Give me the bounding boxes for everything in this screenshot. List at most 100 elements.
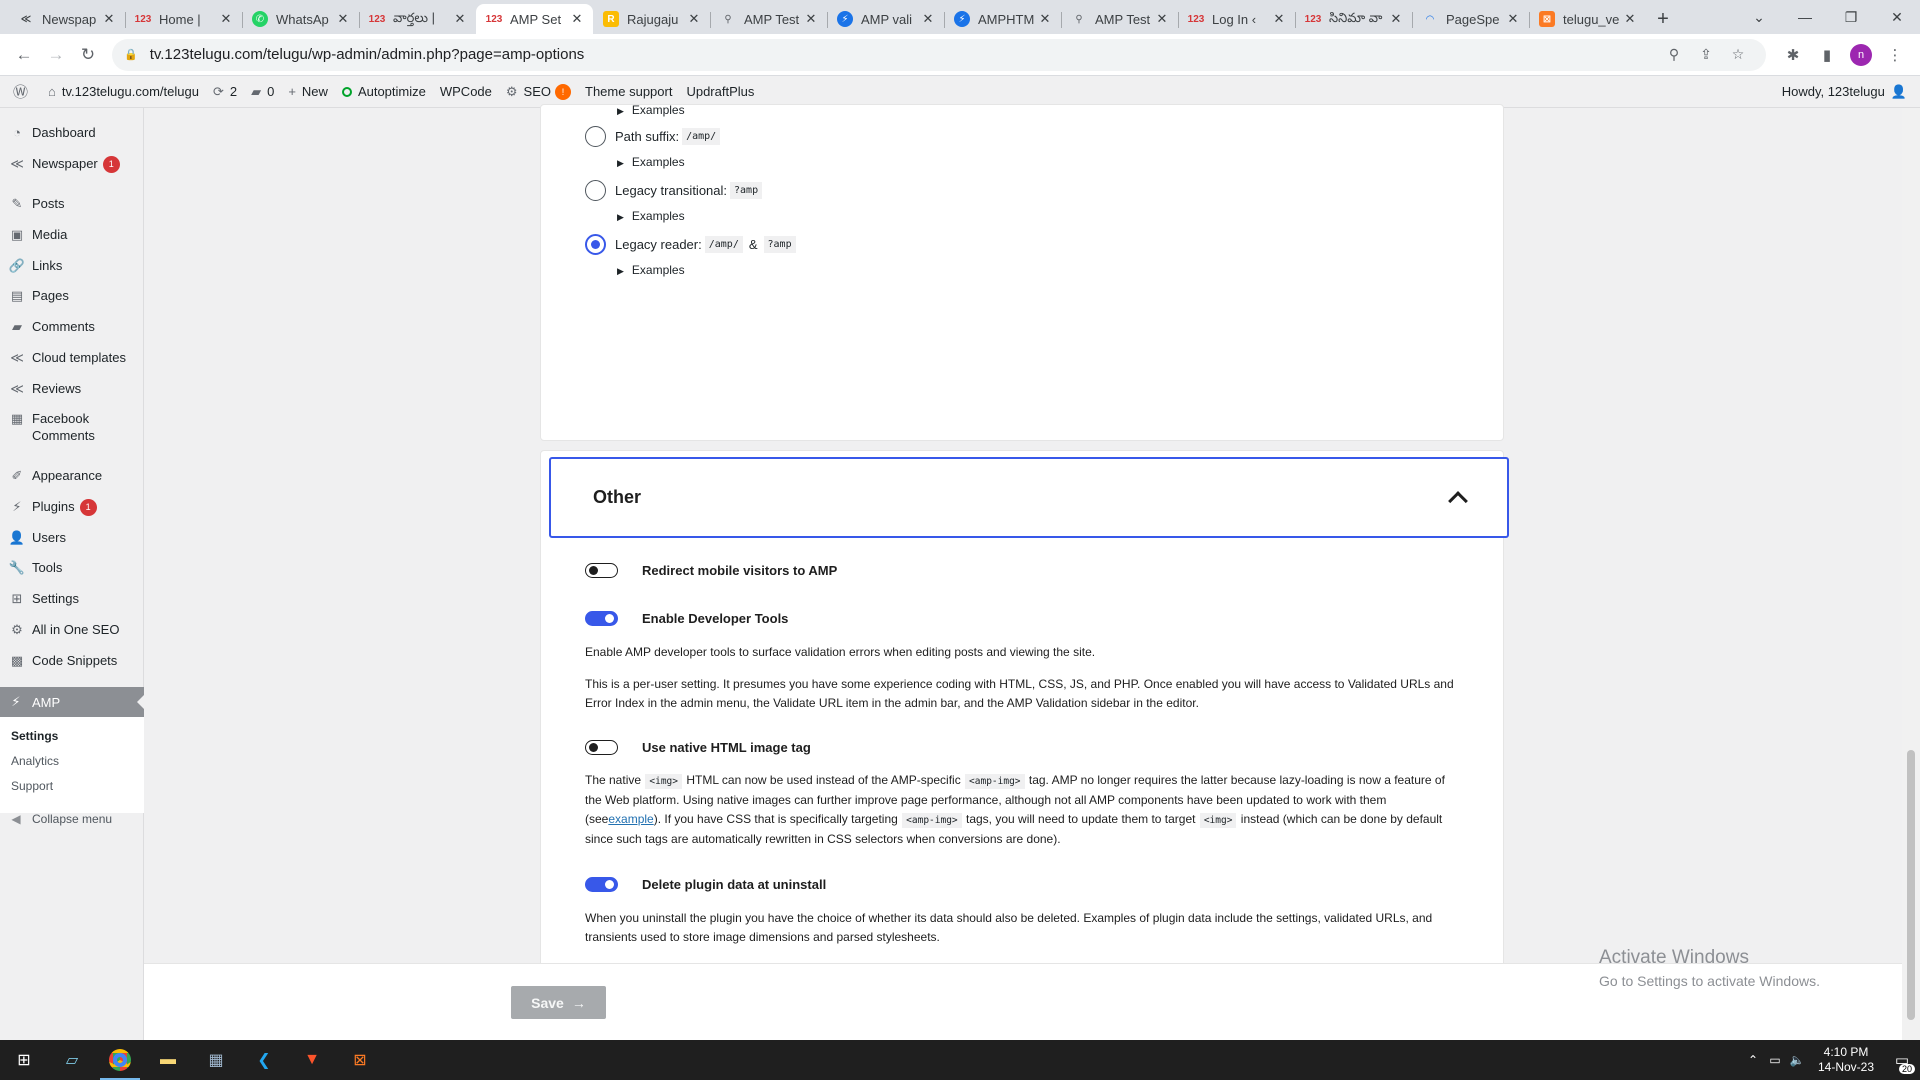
clock[interactable]: 4:10 PM 14-Nov-23: [1808, 1045, 1884, 1075]
sidebar-item-newspaper[interactable]: ≪ Newspaper 1: [0, 155, 144, 174]
browser-tab[interactable]: ⊠ telugu_ve ✕: [1529, 4, 1646, 34]
updraftplus-link[interactable]: UpdraftPlus: [679, 76, 761, 108]
vscode-icon[interactable]: ❮: [240, 1040, 288, 1080]
close-tab-icon[interactable]: ✕: [1271, 11, 1287, 27]
browser-tab[interactable]: ✆ WhatsAp ✕: [242, 4, 359, 34]
browser-tab[interactable]: ⚡ AMPHTM ✕: [944, 4, 1061, 34]
sidebar-item-cloud-templates[interactable]: ≪ Cloud templates: [0, 349, 144, 366]
sidebar-item-all-in-one-seo[interactable]: ⚙ All in One SEO: [0, 621, 144, 638]
chevron-up-icon[interactable]: ⌃: [1742, 1053, 1764, 1067]
radio-legacy-reader[interactable]: [585, 234, 606, 255]
submenu-item-settings[interactable]: Settings: [0, 724, 144, 749]
close-tab-icon[interactable]: ✕: [335, 11, 351, 27]
browser-tab[interactable]: 123 వార్తలు | ✕: [359, 4, 476, 34]
network-icon[interactable]: ▭: [1764, 1053, 1786, 1067]
tab-search-icon[interactable]: ⌄: [1736, 0, 1782, 34]
browser-tab[interactable]: ◠ PageSpe ✕: [1412, 4, 1529, 34]
kebab-menu-icon[interactable]: ⋮: [1878, 39, 1912, 71]
sidebar-item-amp[interactable]: ⚡ AMP: [0, 687, 144, 717]
close-tab-icon[interactable]: ✕: [569, 11, 585, 27]
close-tab-icon[interactable]: ✕: [452, 11, 468, 27]
url-text[interactable]: tv.123telugu.com/telugu/wp-admin/admin.p…: [150, 46, 1658, 63]
back-arrow-icon[interactable]: ←: [8, 39, 40, 71]
start-icon[interactable]: ⊞: [0, 1040, 48, 1080]
examples-toggle[interactable]: ▶ Examples: [617, 103, 685, 117]
browser-tab[interactable]: 123 సినిమా వా ✕: [1295, 4, 1412, 34]
close-tab-icon[interactable]: ✕: [803, 11, 819, 27]
my-account-link[interactable]: Howdy, 123telugu 👤: [1775, 76, 1914, 108]
sidebar-item-facebook-comments[interactable]: ▦ Facebook Comments: [0, 410, 144, 444]
new-tab-button[interactable]: +: [1646, 4, 1680, 34]
seo-link[interactable]: ⚙ SEO!: [499, 76, 578, 108]
browser-tab[interactable]: 123 Log In ‹ ✕: [1178, 4, 1295, 34]
close-tab-icon[interactable]: ✕: [920, 11, 936, 27]
redirect-mobile-toggle[interactable]: [585, 563, 618, 578]
sidebar-item-media[interactable]: ▣ Media: [0, 226, 144, 243]
sidebar-item-settings[interactable]: ⊞ Settings: [0, 590, 144, 607]
side-panel-icon[interactable]: ▮: [1810, 39, 1844, 71]
examples-toggle[interactable]: ▶ Examples: [617, 263, 685, 277]
submenu-item-analytics[interactable]: Analytics: [0, 749, 144, 774]
wordpress-logo-icon[interactable]: Ⓦ: [6, 76, 41, 108]
comments-link[interactable]: ▰ 0: [244, 76, 281, 108]
sidebar-item-tools[interactable]: 🔧 Tools: [0, 559, 144, 576]
native-img-toggle[interactable]: [585, 740, 618, 755]
browser-tab[interactable]: ⚡ AMP vali ✕: [827, 4, 944, 34]
close-window-icon[interactable]: ✕: [1874, 0, 1920, 34]
close-tab-icon[interactable]: ✕: [218, 11, 234, 27]
close-tab-icon[interactable]: ✕: [1154, 11, 1170, 27]
examples-toggle[interactable]: ▶ Examples: [617, 155, 685, 169]
close-tab-icon[interactable]: ✕: [101, 11, 117, 27]
examples-toggle[interactable]: ▶ Examples: [617, 209, 685, 223]
save-button[interactable]: Save →: [511, 986, 606, 1019]
site-name-link[interactable]: ⌂ tv.123telugu.com/telugu: [41, 76, 206, 108]
radio-path-suffix[interactable]: [585, 126, 606, 147]
option-legacy-reader[interactable]: Legacy reader: /amp/ & ?amp: [585, 234, 796, 255]
submenu-item-support[interactable]: Support: [0, 774, 144, 799]
sidebar-item-dashboard[interactable]: ◔ Dashboard: [0, 124, 144, 141]
sidebar-item-appearance[interactable]: ✐ Appearance: [0, 467, 144, 484]
browser-tab[interactable]: ⚲ AMP Test ✕: [710, 4, 827, 34]
close-tab-icon[interactable]: ✕: [1037, 11, 1053, 27]
file-explorer-icon[interactable]: ▬: [144, 1040, 192, 1080]
share-icon[interactable]: ⇪: [1690, 46, 1722, 63]
browser-tab[interactable]: 123 Home | ✕: [125, 4, 242, 34]
wpcode-link[interactable]: WPCode: [433, 76, 499, 108]
notification-center-icon[interactable]: ▭ 20: [1884, 1040, 1920, 1080]
option-path-suffix[interactable]: Path suffix: /amp/: [585, 126, 721, 147]
sidebar-item-plugins[interactable]: ⚡ Plugins 1: [0, 498, 144, 517]
calculator-icon[interactable]: ▦: [192, 1040, 240, 1080]
sidebar-item-links[interactable]: 🔗 Links: [0, 257, 144, 274]
minimize-icon[interactable]: —: [1782, 0, 1828, 34]
option-legacy-transitional[interactable]: Legacy transitional: ?amp: [585, 180, 763, 201]
browser-tab[interactable]: R Rajugaju ✕: [593, 4, 710, 34]
profile-avatar[interactable]: n: [1844, 39, 1878, 71]
new-content-link[interactable]: + New: [281, 76, 335, 108]
bookmark-star-icon[interactable]: ☆: [1722, 46, 1754, 63]
autoptimize-link[interactable]: Autoptimize: [335, 76, 433, 108]
sidebar-item-comments[interactable]: ▰ Comments: [0, 318, 144, 335]
chevron-up-icon[interactable]: [1448, 490, 1468, 511]
reload-icon[interactable]: ↻: [72, 39, 104, 71]
forward-arrow-icon[interactable]: →: [40, 39, 72, 71]
other-panel-header[interactable]: Other: [549, 457, 1509, 538]
page-scrollbar[interactable]: [1902, 108, 1920, 1040]
updates-link[interactable]: ⟳ 2: [206, 76, 244, 108]
browser-tab[interactable]: ≪ Newspap ✕: [8, 4, 125, 34]
close-tab-icon[interactable]: ✕: [1505, 11, 1521, 27]
restore-icon[interactable]: ❐: [1828, 0, 1874, 34]
brave-icon[interactable]: ▼: [288, 1040, 336, 1080]
address-bar[interactable]: 🔒 tv.123telugu.com/telugu/wp-admin/admin…: [112, 38, 1766, 71]
browser-tab-active[interactable]: 123 AMP Set ✕: [476, 4, 593, 34]
volume-icon[interactable]: 🔈: [1786, 1053, 1808, 1067]
sidebar-item-reviews[interactable]: ≪ Reviews: [0, 380, 144, 397]
delete-data-toggle[interactable]: [585, 877, 618, 892]
sidebar-item-pages[interactable]: ▤ Pages: [0, 287, 144, 304]
sidebar-item-posts[interactable]: ✎ Posts: [0, 195, 144, 212]
xampp-icon[interactable]: ⊠: [336, 1040, 384, 1080]
chrome-icon[interactable]: [96, 1040, 144, 1080]
extensions-icon[interactable]: ✱: [1776, 39, 1810, 71]
close-tab-icon[interactable]: ✕: [686, 11, 702, 27]
collapse-menu-button[interactable]: ◀ Collapse menu: [0, 812, 144, 826]
notepad-icon[interactable]: ▱: [48, 1040, 96, 1080]
